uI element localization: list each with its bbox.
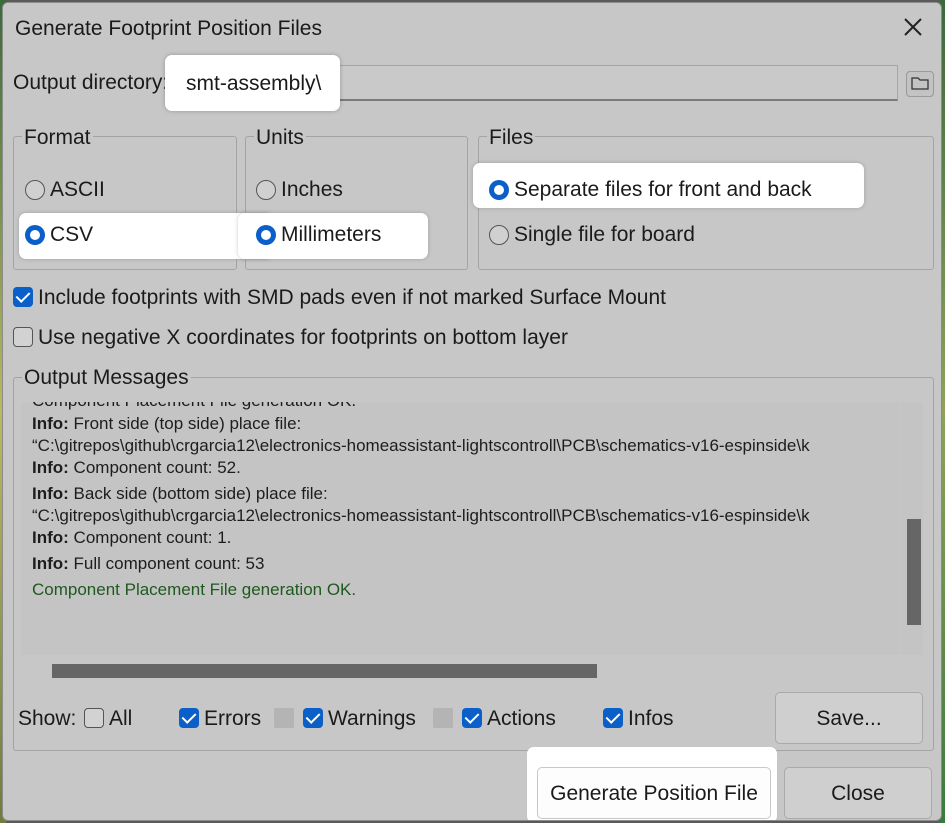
close-button[interactable]: Close: [784, 767, 932, 819]
files-single-label[interactable]: Single file for board: [514, 223, 695, 247]
browse-folder-button[interactable]: [906, 71, 934, 97]
close-icon[interactable]: [901, 15, 925, 39]
filter-all-checkbox[interactable]: [84, 708, 104, 728]
log-vertical-scroll-thumb[interactable]: [907, 519, 921, 625]
generate-position-file-button[interactable]: Generate Position File: [537, 767, 771, 819]
log-line: Info: Back side (bottom side) place file…: [32, 484, 328, 503]
output-messages-title: Output Messages: [22, 366, 191, 390]
format-csv-label[interactable]: CSV: [50, 223, 93, 247]
format-title: Format: [22, 126, 93, 150]
save-button[interactable]: Save...: [775, 692, 923, 744]
log-line: Info: Component count: 52.: [32, 458, 241, 477]
format-ascii-label[interactable]: ASCII: [50, 178, 105, 202]
filter-actions-label[interactable]: Actions: [487, 707, 556, 731]
log-line: “C:\gitrepos\github\crgarcia12\electroni…: [32, 506, 810, 525]
format-ascii-radio[interactable]: [25, 180, 45, 200]
errors-color-indicator: [274, 708, 294, 728]
position-files-dialog: Generate Footprint Position Files Output…: [2, 2, 942, 821]
filter-warnings-checkbox[interactable]: [303, 708, 323, 728]
dialog-title: Generate Footprint Position Files: [15, 17, 322, 40]
units-millimeters-radio[interactable]: [256, 225, 276, 245]
filter-warnings-label[interactable]: Warnings: [328, 707, 416, 731]
title-bar: Generate Footprint Position Files: [3, 3, 941, 53]
filter-all-label[interactable]: All: [109, 707, 132, 731]
include-smd-label[interactable]: Include footprints with SMD pads even if…: [38, 286, 666, 310]
log-line-partial: Component Placement File generation OK.: [32, 402, 356, 411]
units-inches-radio[interactable]: [256, 180, 276, 200]
filter-errors-label[interactable]: Errors: [204, 707, 261, 731]
folder-icon: [911, 75, 929, 96]
log-line: Info: Full component count: 53: [32, 554, 265, 573]
filter-errors-checkbox[interactable]: [179, 708, 199, 728]
negative-x-label[interactable]: Use negative X coordinates for footprint…: [38, 326, 568, 350]
filter-infos-checkbox[interactable]: [603, 708, 623, 728]
show-label: Show:: [18, 707, 77, 730]
log-line: “C:\gitrepos\github\crgarcia12\electroni…: [32, 436, 810, 455]
log-line-success: Component Placement File generation OK.: [32, 580, 357, 599]
files-separate-radio[interactable]: [489, 180, 509, 200]
format-csv-radio[interactable]: [25, 225, 45, 245]
log-line: Info: Component count: 1.: [32, 528, 232, 547]
output-directory-value: smt-assembly\: [186, 72, 322, 95]
units-inches-label[interactable]: Inches: [281, 178, 343, 202]
units-millimeters-label[interactable]: Millimeters: [281, 223, 381, 247]
include-smd-checkbox[interactable]: [13, 287, 33, 307]
log-line: Info: Front side (top side) place file:: [32, 414, 302, 433]
files-separate-label[interactable]: Separate files for front and back: [514, 178, 812, 202]
output-directory-input[interactable]: smt-assembly\: [165, 55, 340, 111]
files-title: Files: [487, 126, 536, 150]
filter-actions-checkbox[interactable]: [462, 708, 482, 728]
units-title: Units: [254, 126, 306, 150]
log-horizontal-scroll-thumb[interactable]: [52, 664, 597, 678]
files-single-radio[interactable]: [489, 225, 509, 245]
output-directory-label: Output directory:: [13, 71, 169, 94]
warnings-color-indicator: [433, 708, 453, 728]
negative-x-checkbox[interactable]: [13, 327, 33, 347]
filter-infos-label[interactable]: Infos: [628, 707, 674, 731]
output-messages-log[interactable]: Component Placement File generation OK. …: [21, 402, 900, 655]
